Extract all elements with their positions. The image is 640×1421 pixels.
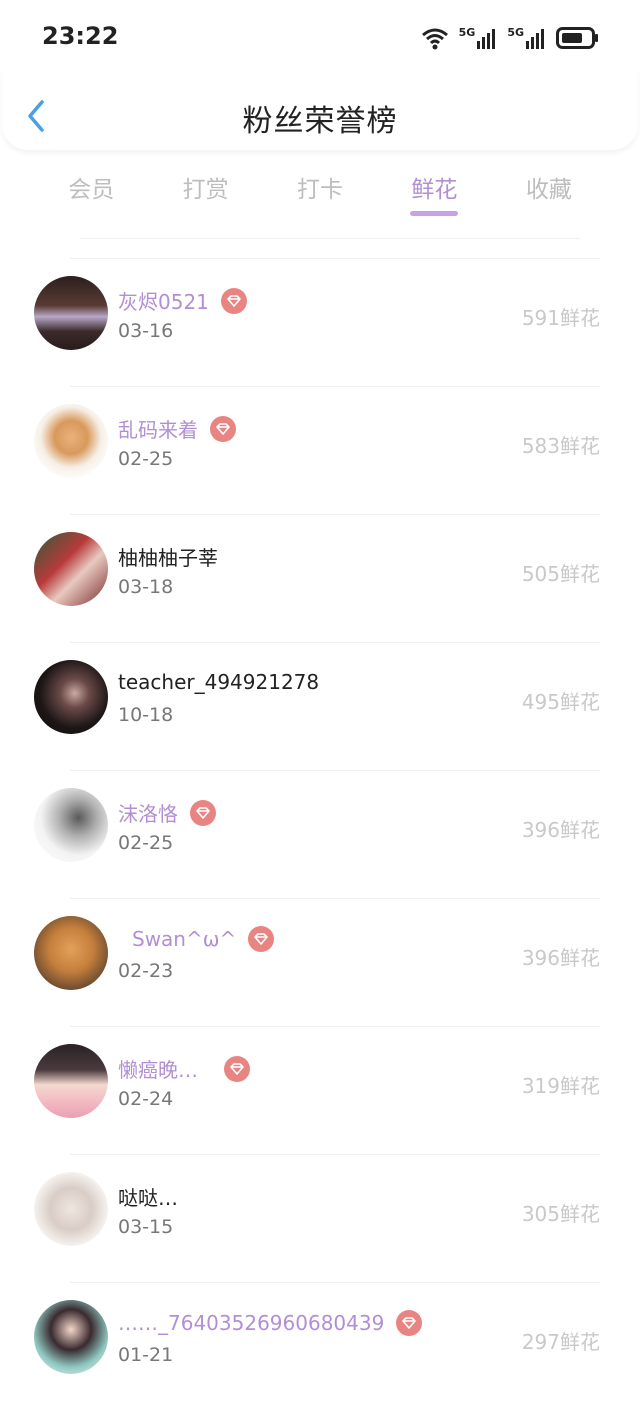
avatar [34,660,108,734]
fan-date: 03-15 [118,1216,174,1238]
fan-name: 乱码来着 [118,418,198,442]
fan-name: 沫洛恪 [118,802,178,826]
header: 粉丝荣誉榜 [2,70,638,150]
flower-count: 583鲜花 [521,434,600,458]
flower-count: 495鲜花 [521,690,600,714]
list-item[interactable]: ……_7640352696068043​9 01-21 297鲜花 [34,1282,600,1410]
status-time: 23:22 [42,22,119,50]
fan-date: 02-25 [118,448,174,470]
list-item[interactable]: 沫洛恪 02-25 396鲜花 [34,770,600,898]
flower-count: 591鲜花 [521,306,600,330]
flower-count: 396鲜花 [521,818,600,842]
signal-5g-icon-2: 5G [507,26,546,49]
fan-name: teacher_494921278 [118,670,320,694]
page-title: 粉丝荣誉榜 [242,104,398,139]
fan-name: 哒哒… [118,1186,178,1210]
fan-name: Swan^ω^ [132,927,237,951]
wifi-icon [421,28,448,50]
divider [80,238,580,239]
flower-count: 505鲜花 [521,562,600,586]
fan-name: 灰烬0521 [118,290,209,314]
diamond-icon [210,415,236,442]
list-item[interactable]: 乱码来着 02-25 583鲜花 [34,386,600,514]
fan-date: 10-18 [118,704,174,726]
avatar [34,276,108,350]
avatar [34,1172,108,1246]
signal-5g-icon: 5G [459,26,498,49]
fan-date: 03-18 [118,576,174,598]
flower-count: 396鲜花 [521,946,600,970]
diamond-icon [248,926,275,952]
avatar [34,1044,108,1118]
diamond-icon [220,287,247,314]
list-item[interactable]: teacher_494921278 10-18 495鲜花 [34,642,600,770]
diamond-icon [396,1310,423,1336]
fan-name: 柚柚柚子莘 [118,546,218,570]
avatar [34,532,108,606]
battery-icon [556,27,598,49]
tab-flowers[interactable]: 鲜花 [377,166,491,216]
list-item[interactable]: 哒哒… 03-15 305鲜花 [34,1154,600,1282]
avatar [34,1300,108,1374]
tab-reward[interactable]: 打赏 [148,166,262,216]
status-icons: 5G 5G [421,24,600,52]
list-item[interactable]: Swan^ω^ 02-23 396鲜花 [34,898,600,1026]
avatar [34,916,108,990]
fan-date: 03-16 [118,320,174,342]
tab-member[interactable]: 会员 [34,166,148,216]
flower-count: 319鲜花 [521,1074,600,1098]
tab-favorite[interactable]: 收藏 [492,166,606,216]
diamond-icon [224,1055,250,1082]
status-bar: 23:22 5G 5G [0,0,640,80]
tab-bar: 会员 打赏 打卡 鲜花 收藏 [34,166,606,216]
fan-date: 02-23 [118,960,174,982]
fan-date: 01-21 [118,1344,174,1366]
fan-date: 02-25 [118,832,174,854]
avatar [34,404,108,478]
avatar [34,788,108,862]
tab-checkin[interactable]: 打卡 [263,166,377,216]
flower-count: 305鲜花 [521,1202,600,1226]
fan-name: ……_7640352696068043​9 [118,1311,385,1335]
fan-list: 灰烬0521 03-16 591鲜花 乱码来着 02-25 583鲜花 柚柚柚子… [0,258,640,1410]
fan-name: 懒癌晚… [118,1058,198,1082]
diamond-icon [190,799,216,826]
fan-date: 02-24 [118,1088,174,1110]
flower-count: 297鲜花 [521,1330,600,1354]
list-item[interactable]: 柚柚柚子莘 03-18 505鲜花 [34,514,600,642]
list-item[interactable]: 懒癌晚… 02-24 319鲜花 [34,1026,600,1154]
list-item[interactable]: 灰烬0521 03-16 591鲜花 [34,258,600,386]
